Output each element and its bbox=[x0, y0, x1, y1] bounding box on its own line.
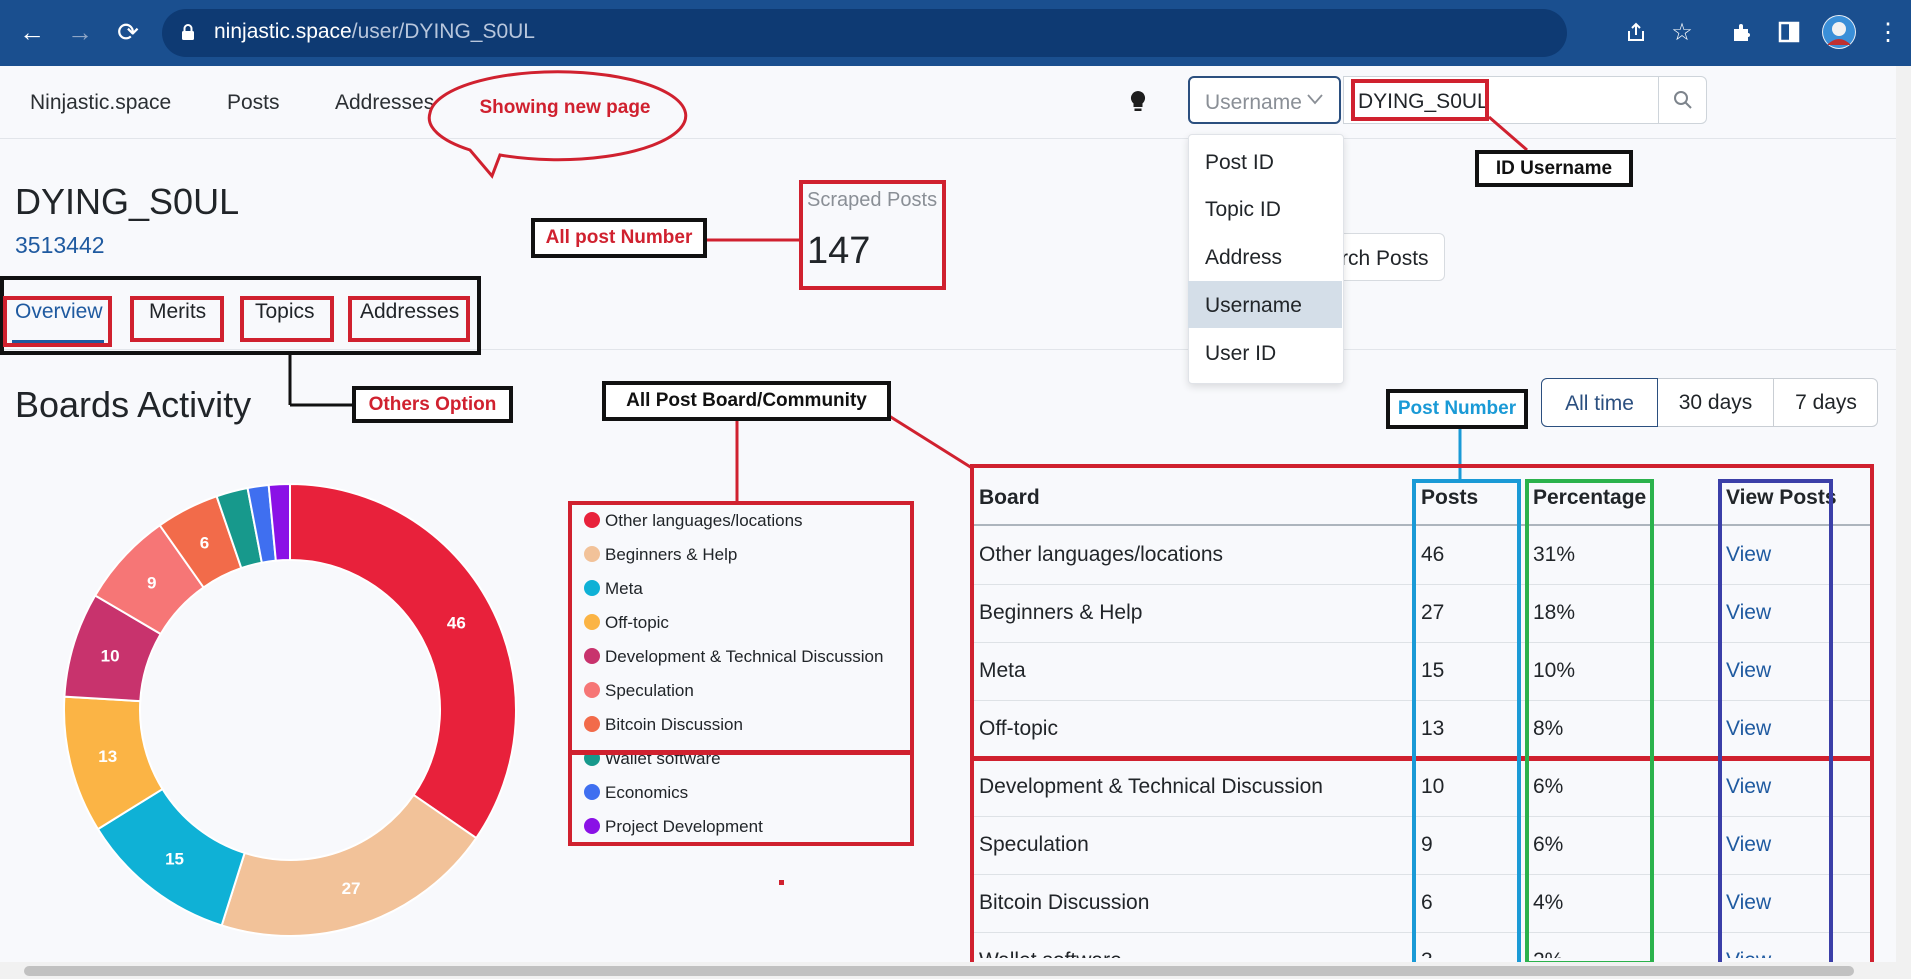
annotation-box-percentage-column bbox=[1525, 479, 1654, 965]
annotation-box-addresses bbox=[348, 296, 470, 342]
annotation-callout: Showing new page bbox=[479, 97, 651, 118]
annotation-box-search-value bbox=[1351, 79, 1489, 121]
annotation-box-scraped-posts bbox=[799, 180, 946, 290]
annotation-others-option: Others Option bbox=[352, 386, 513, 423]
annotation-id-username: ID Username bbox=[1475, 150, 1633, 187]
annotation-box-topics bbox=[240, 296, 334, 342]
annotation-all-post-number: All post Number bbox=[531, 218, 707, 258]
annotation-box-merits bbox=[130, 296, 224, 342]
annotation-post-number: Post Number bbox=[1386, 389, 1528, 429]
vertical-scrollbar[interactable] bbox=[1896, 66, 1911, 979]
annotation-box-posts-column bbox=[1412, 479, 1521, 973]
annotation-box-legend-top bbox=[568, 501, 914, 754]
annotation-box-overview bbox=[3, 296, 112, 347]
horizontal-scrollbar-thumb[interactable] bbox=[24, 966, 1854, 976]
annotation-box-legend-bottom bbox=[568, 751, 914, 846]
annotation-box-view-column bbox=[1718, 479, 1833, 966]
annotation-all-post-board: All Post Board/Community bbox=[602, 381, 891, 421]
